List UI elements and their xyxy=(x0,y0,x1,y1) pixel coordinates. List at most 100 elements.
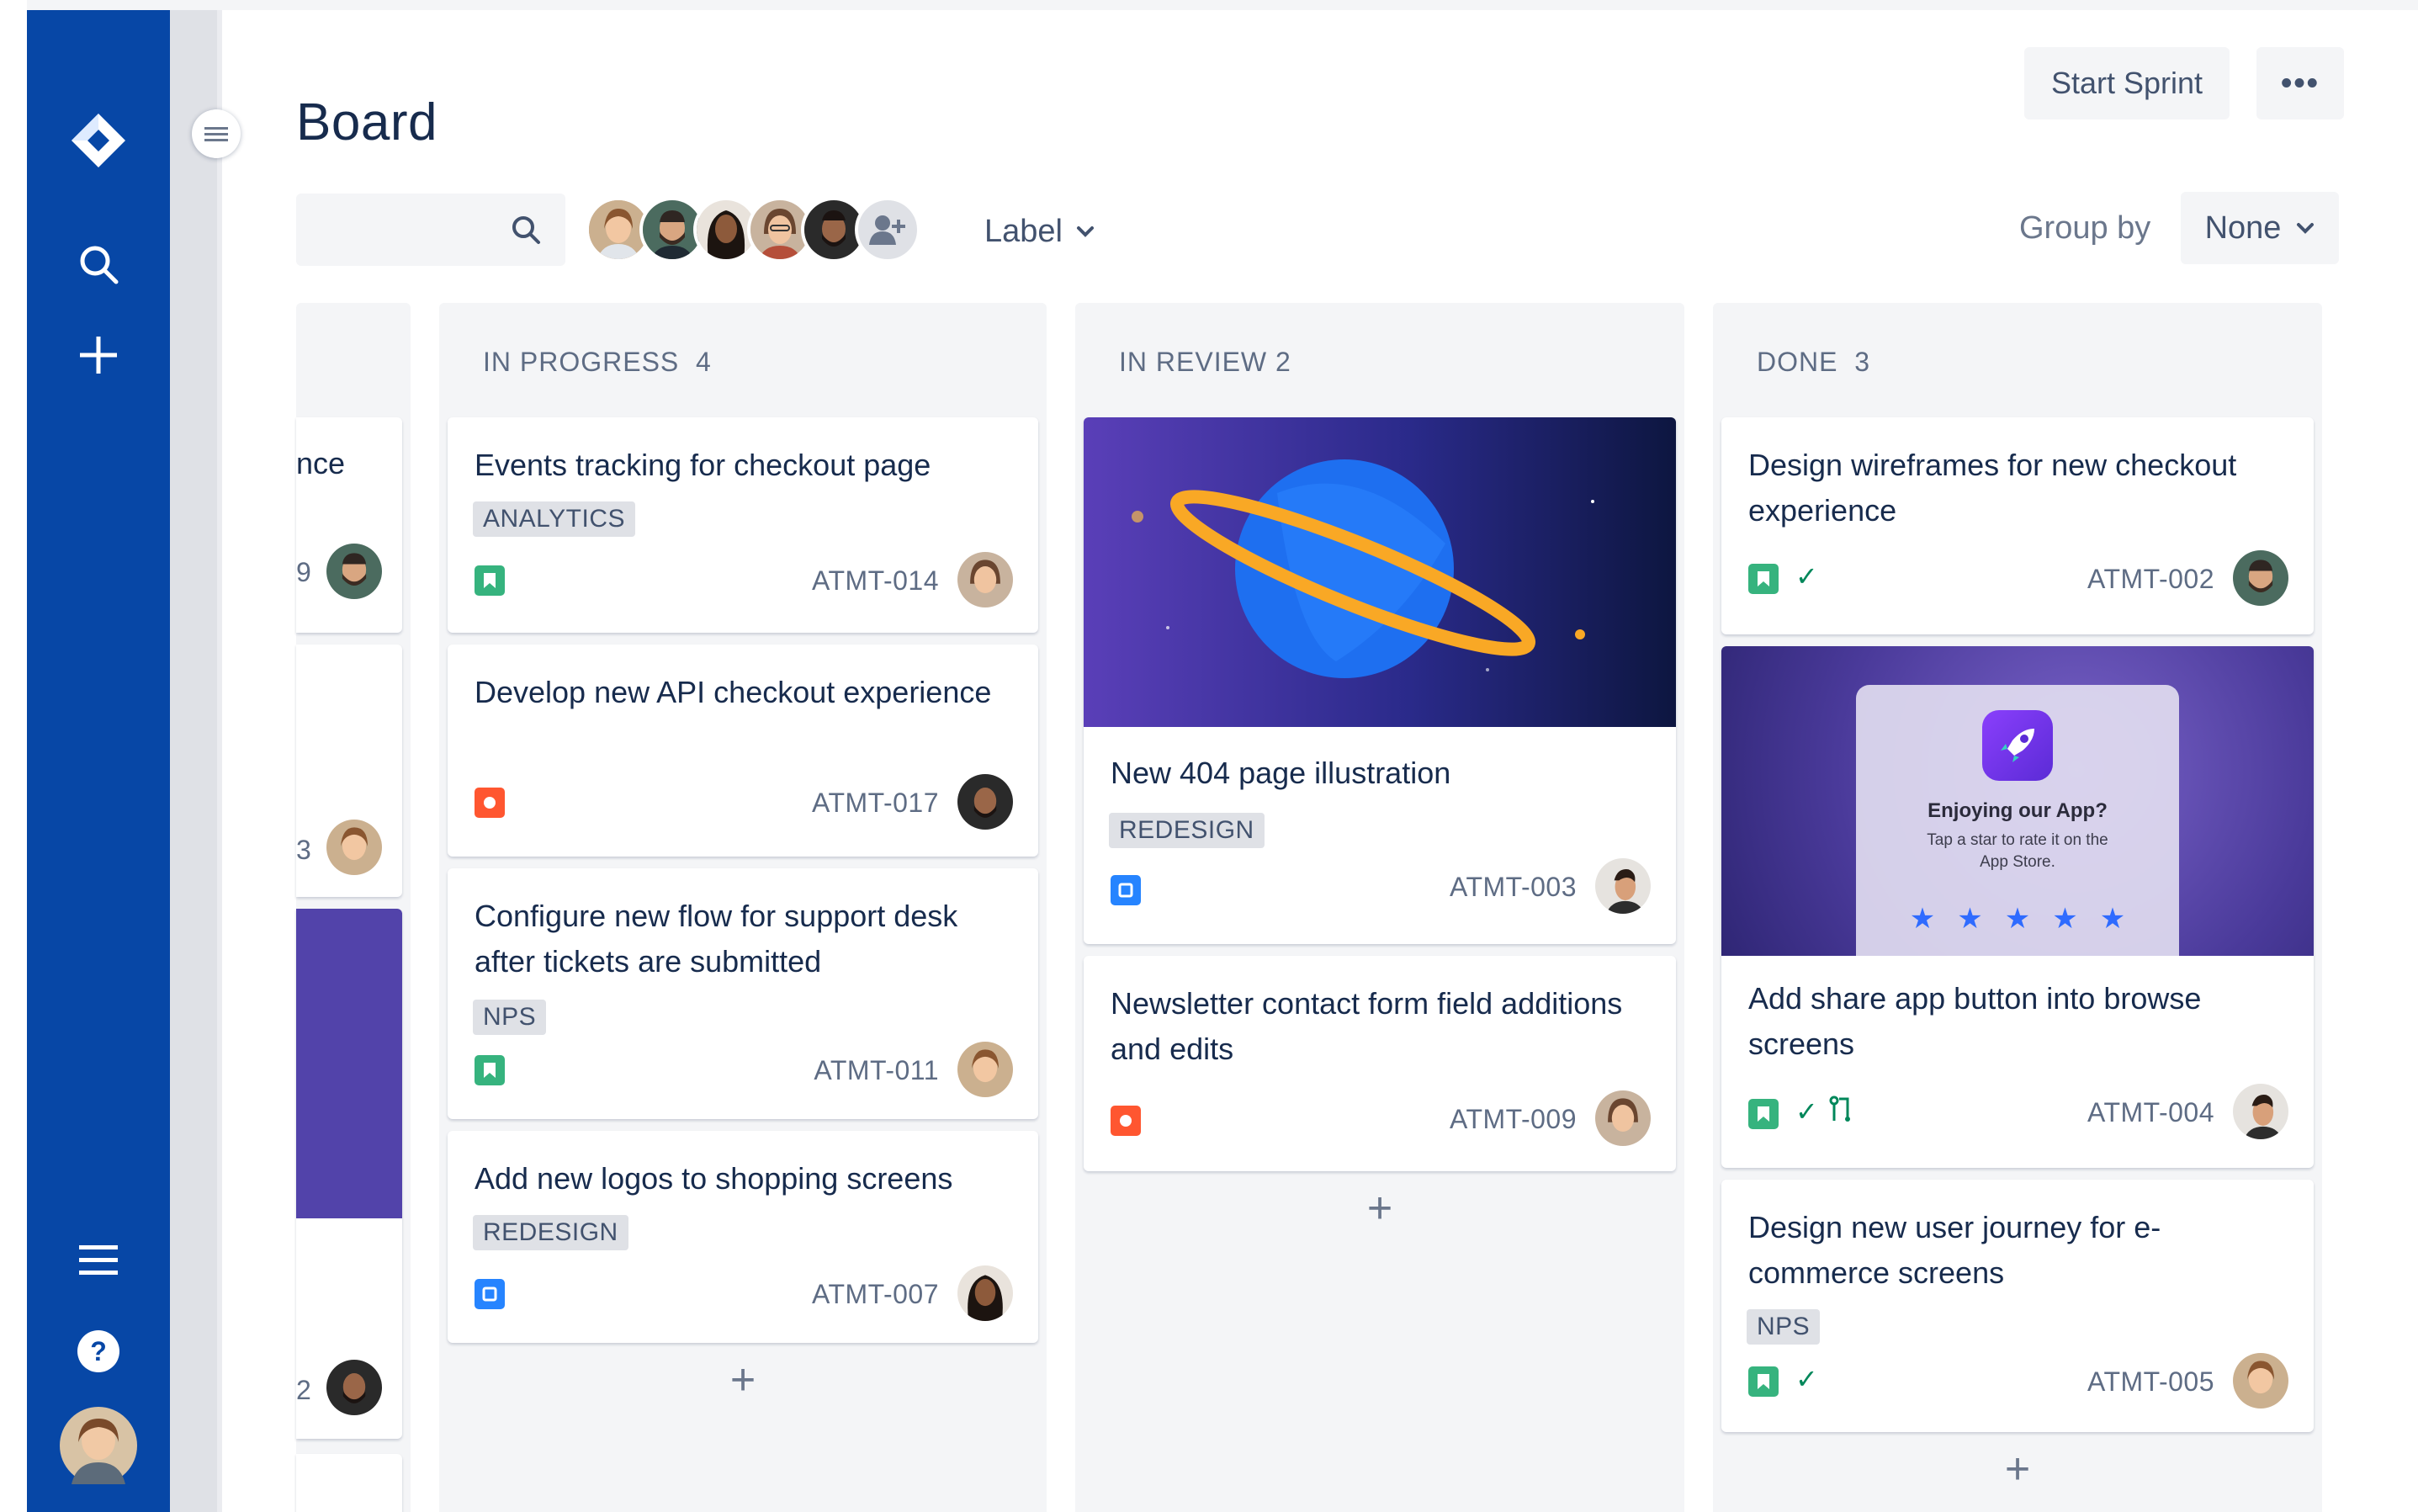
card-title: Add new logos to shopping screens xyxy=(475,1161,953,1196)
board-search-input[interactable] xyxy=(296,194,565,266)
card-cover-image: Enjoying our App? Tap a star to rate it … xyxy=(1721,646,2314,956)
column-header: DONE 3 xyxy=(1757,347,1870,378)
assignee-avatar[interactable] xyxy=(326,820,382,875)
column-header: IN REVIEW 2 xyxy=(1119,347,1291,378)
bug-icon xyxy=(475,788,505,818)
create-icon[interactable] xyxy=(27,321,170,389)
story-icon xyxy=(1748,564,1779,594)
more-icon: ••• xyxy=(2281,65,2320,101)
assignee-avatar[interactable] xyxy=(2233,1353,2288,1409)
assignee-avatar[interactable] xyxy=(2233,550,2288,606)
assignee-filter xyxy=(586,194,920,266)
assignee-avatar[interactable] xyxy=(957,552,1013,607)
card-title: Configure new flow for support desk afte… xyxy=(475,899,958,979)
card-title: Newsletter contact form field additions … xyxy=(1111,986,1623,1066)
add-card-button[interactable]: + xyxy=(1713,1444,2322,1494)
story-icon xyxy=(475,565,505,596)
done-check-icon: ✓ xyxy=(1795,1096,1818,1127)
add-card-button[interactable]: + xyxy=(439,1355,1047,1405)
label-filter-dropdown[interactable]: Label xyxy=(984,202,1095,261)
board-card[interactable]: Events tracking for checkout page ANALYT… xyxy=(448,417,1038,633)
rocket-app-icon xyxy=(1982,710,2053,781)
board-card[interactable]: Newsletter contact form field additions … xyxy=(1084,956,1676,1171)
story-icon xyxy=(1748,1366,1779,1397)
card-label: REDESIGN xyxy=(1109,813,1265,848)
card-key: ATMT-009 xyxy=(1450,1104,1577,1134)
group-by-dropdown[interactable]: None xyxy=(2181,192,2339,264)
app-rating-mockup: Enjoying our App? Tap a star to rate it … xyxy=(1856,685,2179,956)
help-icon[interactable]: ? xyxy=(27,1318,170,1385)
bug-icon xyxy=(1111,1106,1141,1136)
card-key: ATMT-014 xyxy=(812,565,939,596)
board-card[interactable]: 3 xyxy=(296,645,402,897)
card-label: NPS xyxy=(1747,1309,1821,1345)
sidebar-toggle-button[interactable] xyxy=(192,109,241,158)
board-card[interactable]: nce 9 xyxy=(296,417,402,633)
group-by-label: Group by xyxy=(2019,210,2151,246)
assignee-avatar[interactable] xyxy=(957,1265,1013,1321)
board-card[interactable] xyxy=(296,1454,402,1512)
start-sprint-button[interactable]: Start Sprint xyxy=(2024,47,2230,119)
planet-illustration xyxy=(1132,459,1594,678)
board-card[interactable]: New 404 page illustration REDESIGN ATMT-… xyxy=(1084,417,1676,944)
card-key: 3 xyxy=(296,835,312,865)
card-title: Design new user journey for e-commerce s… xyxy=(1748,1210,2161,1290)
assignee-avatar[interactable] xyxy=(326,1360,382,1415)
card-title: Develop new API checkout experience xyxy=(475,675,992,709)
board-card[interactable]: Design wireframes for new checkout exper… xyxy=(1721,417,2314,634)
card-key: ATMT-007 xyxy=(812,1279,939,1309)
board-column-done: DONE 3 Design wireframes for new checkou… xyxy=(1713,303,2322,1512)
assignee-avatar[interactable] xyxy=(1595,1090,1651,1146)
jira-logo-icon[interactable] xyxy=(27,103,170,178)
column-count: 3 xyxy=(1854,347,1871,377)
card-title: Add share app button into browse screens xyxy=(1748,981,2202,1061)
board-card[interactable]: Enjoying our App? Tap a star to rate it … xyxy=(1721,646,2314,1168)
menu-icon[interactable] xyxy=(27,1227,170,1294)
card-title: Design wireframes for new checkout exper… xyxy=(1748,448,2237,528)
board-card[interactable]: 2 xyxy=(296,909,402,1439)
assignee-avatar[interactable] xyxy=(957,774,1013,830)
user-avatar[interactable] xyxy=(27,1403,170,1488)
add-card-button[interactable]: + xyxy=(1075,1183,1684,1233)
column-header: IN PROGRESS 4 xyxy=(483,347,712,378)
project-sidebar-collapsed xyxy=(170,10,217,1512)
search-icon[interactable] xyxy=(27,231,170,298)
window-top-edge xyxy=(0,0,2418,10)
card-title: New 404 page illustration xyxy=(1111,756,1451,790)
card-key: ATMT-004 xyxy=(2087,1097,2214,1127)
board-card[interactable]: Configure new flow for support desk afte… xyxy=(448,868,1038,1119)
svg-text:?: ? xyxy=(90,1336,107,1366)
card-key: ATMT-002 xyxy=(2087,564,2214,594)
add-user-icon xyxy=(869,215,905,245)
sidebar-divider xyxy=(217,10,222,1512)
more-actions-button[interactable]: ••• xyxy=(2256,47,2344,119)
assignee-avatar[interactable] xyxy=(326,544,382,599)
card-label: NPS xyxy=(473,1000,547,1035)
column-title: IN PROGRESS xyxy=(483,347,680,377)
board-card[interactable]: Add new logos to shopping screens REDESI… xyxy=(448,1131,1038,1343)
global-nav: ? xyxy=(27,10,170,1512)
column-count: 2 xyxy=(1275,347,1291,377)
assignee-avatar[interactable] xyxy=(957,1042,1013,1097)
board-card[interactable]: Develop new API checkout experience ATMT… xyxy=(448,645,1038,857)
card-key: 2 xyxy=(296,1375,312,1405)
card-key: ATMT-005 xyxy=(2087,1366,2214,1397)
app-prompt-line1: Tap a star to rate it on the xyxy=(1927,831,2108,849)
chevron-down-icon xyxy=(1076,226,1094,237)
add-people-button[interactable] xyxy=(855,197,920,263)
card-label: REDESIGN xyxy=(473,1215,628,1250)
assignee-avatar[interactable] xyxy=(1595,858,1651,914)
card-cover-image xyxy=(296,909,402,1218)
card-key: 9 xyxy=(296,557,312,587)
group-by-value: None xyxy=(2204,210,2282,246)
app-prompt-line2: App Store. xyxy=(1980,853,2055,871)
board-column-in-review: IN REVIEW 2 New 404 page illustration RE… xyxy=(1075,303,1684,1512)
pull-request-icon xyxy=(1827,1094,1854,1128)
label-filter-text: Label xyxy=(984,213,1063,249)
app-prompt-title: Enjoying our App? xyxy=(1928,799,2108,822)
board-card[interactable]: Design new user journey for e-commerce s… xyxy=(1721,1180,2314,1432)
assignee-avatar[interactable] xyxy=(2233,1084,2288,1139)
column-title: IN REVIEW xyxy=(1119,347,1268,377)
card-key: ATMT-003 xyxy=(1450,872,1577,902)
rating-stars: ★★★★★ xyxy=(1909,903,2148,935)
